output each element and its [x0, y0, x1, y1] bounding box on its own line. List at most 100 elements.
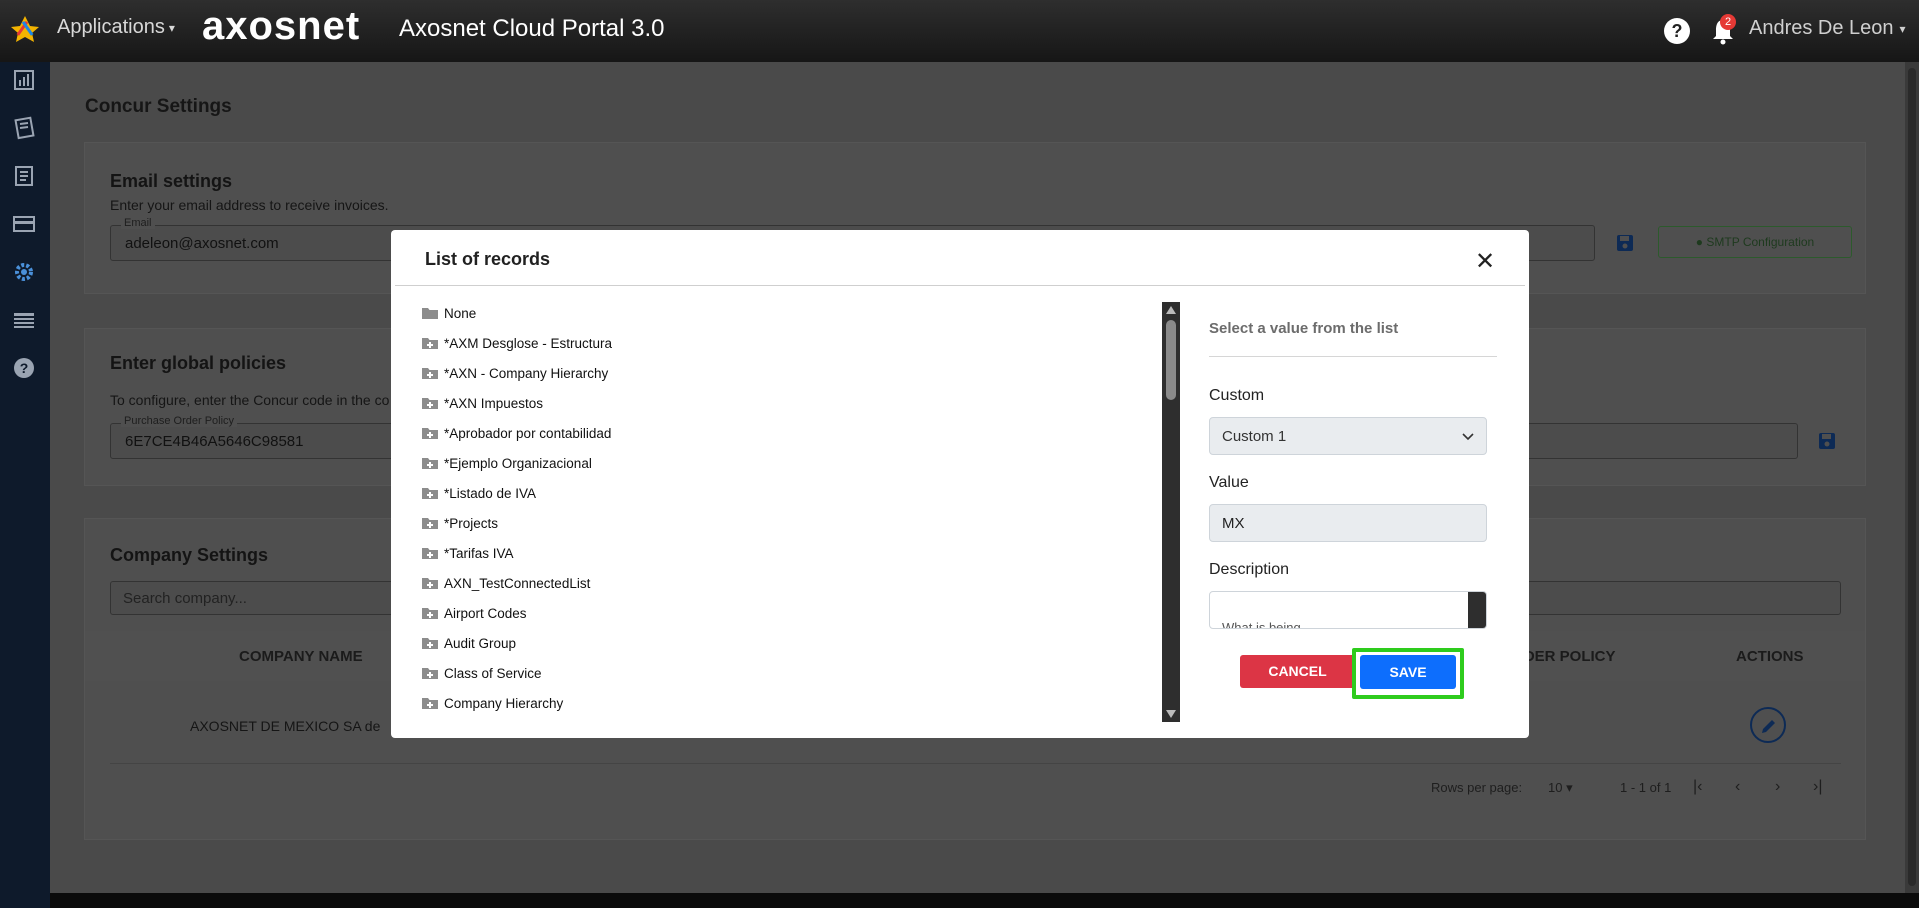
global-policies-description: To configure, enter the Concur code in t…: [110, 392, 390, 408]
applications-menu[interactable]: Applications ▾: [57, 16, 175, 39]
folder-plus-icon: [422, 578, 438, 589]
pagination-range: 1 - 1 of 1: [1620, 780, 1672, 795]
record-label: *Ejemplo Organizacional: [444, 455, 592, 471]
record-item[interactable]: *Tarifas IVA: [422, 542, 514, 564]
email-settings-description: Enter your email address to receive invo…: [110, 197, 389, 213]
close-icon[interactable]: ✕: [1475, 247, 1495, 276]
records-scrollbar-thumb[interactable]: [1166, 320, 1176, 400]
record-label: *Listado de IVA: [444, 485, 537, 501]
record-item[interactable]: *Aprobador por contabilidad: [422, 422, 611, 444]
email-label: Email: [121, 217, 155, 229]
records-scrollbar[interactable]: [1162, 302, 1180, 722]
record-label: *AXN Impuestos: [444, 395, 544, 411]
portal-title: Axosnet Cloud Portal 3.0: [399, 15, 665, 42]
notebook-icon[interactable]: [12, 116, 36, 140]
record-item[interactable]: *AXM Desglose - Estructura: [422, 332, 612, 354]
brand-logo[interactable]: axosnet: [202, 4, 360, 49]
global-policies-heading: Enter global policies: [110, 353, 287, 373]
record-item[interactable]: Company Hierarchy: [422, 692, 563, 714]
save-icon[interactable]: [1615, 233, 1635, 253]
folder-plus-icon: [422, 488, 438, 499]
description-textarea[interactable]: What is being ...: [1209, 591, 1487, 629]
record-item[interactable]: None: [422, 302, 476, 324]
last-page-icon[interactable]: ›|: [1813, 778, 1822, 796]
record-label: Company Hierarchy: [444, 695, 564, 711]
folder-plus-icon: [422, 548, 438, 559]
chart-icon[interactable]: [12, 68, 36, 92]
value-label: Value: [1209, 474, 1249, 491]
prev-page-icon[interactable]: ‹: [1735, 778, 1740, 796]
record-item[interactable]: AXN_TestConnectedList: [422, 572, 590, 594]
modal-divider: [395, 285, 1525, 286]
record-label: None: [444, 305, 477, 321]
rows-per-page-select[interactable]: 10 ▾: [1548, 780, 1573, 796]
scroll-down-icon[interactable]: [1166, 710, 1176, 718]
textarea-scrollbar[interactable]: [1468, 592, 1486, 628]
modal-title: List of records: [425, 249, 551, 269]
rows-per-page-value: 10: [1548, 780, 1563, 795]
record-label: *Aprobador por contabilidad: [444, 425, 612, 441]
record-item[interactable]: Class of Service: [422, 662, 542, 684]
page-title: Concur Settings: [85, 96, 232, 117]
description-text: What is being ...: [1222, 620, 1316, 629]
user-menu[interactable]: Andres De Leon ▾: [1749, 17, 1906, 40]
table-icon[interactable]: [12, 308, 36, 332]
help-icon[interactable]: ?: [1664, 18, 1690, 44]
folder-plus-icon: [422, 428, 438, 439]
custom-label: Custom: [1209, 387, 1265, 404]
user-name: Andres De Leon: [1749, 17, 1894, 39]
purchase-order-policy-value: 6E7CE4B46A5646C98581: [125, 433, 304, 450]
record-item[interactable]: *AXN Impuestos: [422, 392, 543, 414]
document-icon[interactable]: [12, 164, 36, 188]
column-company-name[interactable]: COMPANY NAME: [239, 648, 363, 665]
company-name-cell: AXOSNET DE MEXICO SA de: [190, 718, 381, 734]
rows-per-page-label: Rows per page:: [1431, 780, 1523, 795]
smtp-configuration-button[interactable]: ● SMTP Configuration: [1658, 226, 1852, 258]
caret-down-icon: ▾: [1566, 780, 1573, 795]
cancel-button[interactable]: CANCEL: [1240, 655, 1355, 688]
scroll-up-icon[interactable]: [1166, 306, 1176, 314]
email-settings-heading: Email settings: [110, 171, 233, 191]
folder-plus-icon: [422, 518, 438, 529]
record-item[interactable]: Audit Group: [422, 632, 516, 654]
first-page-icon[interactable]: |‹: [1693, 778, 1702, 796]
folder-plus-icon: [422, 398, 438, 409]
value-input[interactable]: MX: [1209, 504, 1487, 542]
save-button[interactable]: SAVE: [1360, 655, 1456, 689]
record-label: AXN_TestConnectedList: [444, 575, 591, 591]
app-logo-icon[interactable]: [10, 14, 40, 44]
card-icon[interactable]: [12, 212, 36, 236]
record-label: Airport Codes: [444, 605, 527, 621]
notification-badge: 2: [1720, 14, 1736, 30]
record-label: *Tarifas IVA: [444, 545, 514, 561]
horizontal-scrollbar[interactable]: [50, 893, 1919, 908]
search-company-placeholder: Search company...: [123, 590, 247, 607]
record-item[interactable]: *Ejemplo Organizacional: [422, 452, 592, 474]
record-item[interactable]: *AXN - Company Hierarchy: [422, 362, 608, 384]
custom-select[interactable]: Custom 1: [1209, 417, 1487, 455]
applications-label: Applications: [57, 16, 165, 38]
chevron-down-icon: [1462, 433, 1474, 441]
help-icon[interactable]: ?: [12, 356, 36, 380]
list-of-records-modal: List of records ✕ None *AXM Desglose - Es…: [391, 230, 1529, 738]
pencil-icon: [1762, 720, 1775, 733]
save-icon[interactable]: [1817, 431, 1837, 451]
company-settings-heading: Company Settings: [110, 545, 269, 565]
folder-plus-icon: [422, 638, 438, 649]
page-scrollbar-thumb[interactable]: [1908, 68, 1916, 886]
record-item[interactable]: Airport Codes: [422, 602, 527, 624]
gear-icon[interactable]: [12, 260, 36, 284]
description-label: Description: [1209, 561, 1290, 578]
sidebar: ?: [0, 62, 50, 908]
next-page-icon[interactable]: ›: [1775, 778, 1780, 796]
page-scrollbar[interactable]: [1905, 62, 1919, 893]
folder-plus-icon: [422, 368, 438, 379]
edit-button[interactable]: [1750, 707, 1786, 743]
record-label: Class of Service: [444, 665, 542, 681]
records-tree: None *AXM Desglose - Estructura *AXN - Com…: [422, 302, 1192, 722]
folder-plus-icon: [422, 338, 438, 349]
record-item[interactable]: *Projects: [422, 512, 498, 534]
record-item[interactable]: *Listado de IVA: [422, 482, 536, 504]
svg-text:?: ?: [20, 360, 29, 376]
column-actions: ACTIONS: [1736, 648, 1804, 665]
